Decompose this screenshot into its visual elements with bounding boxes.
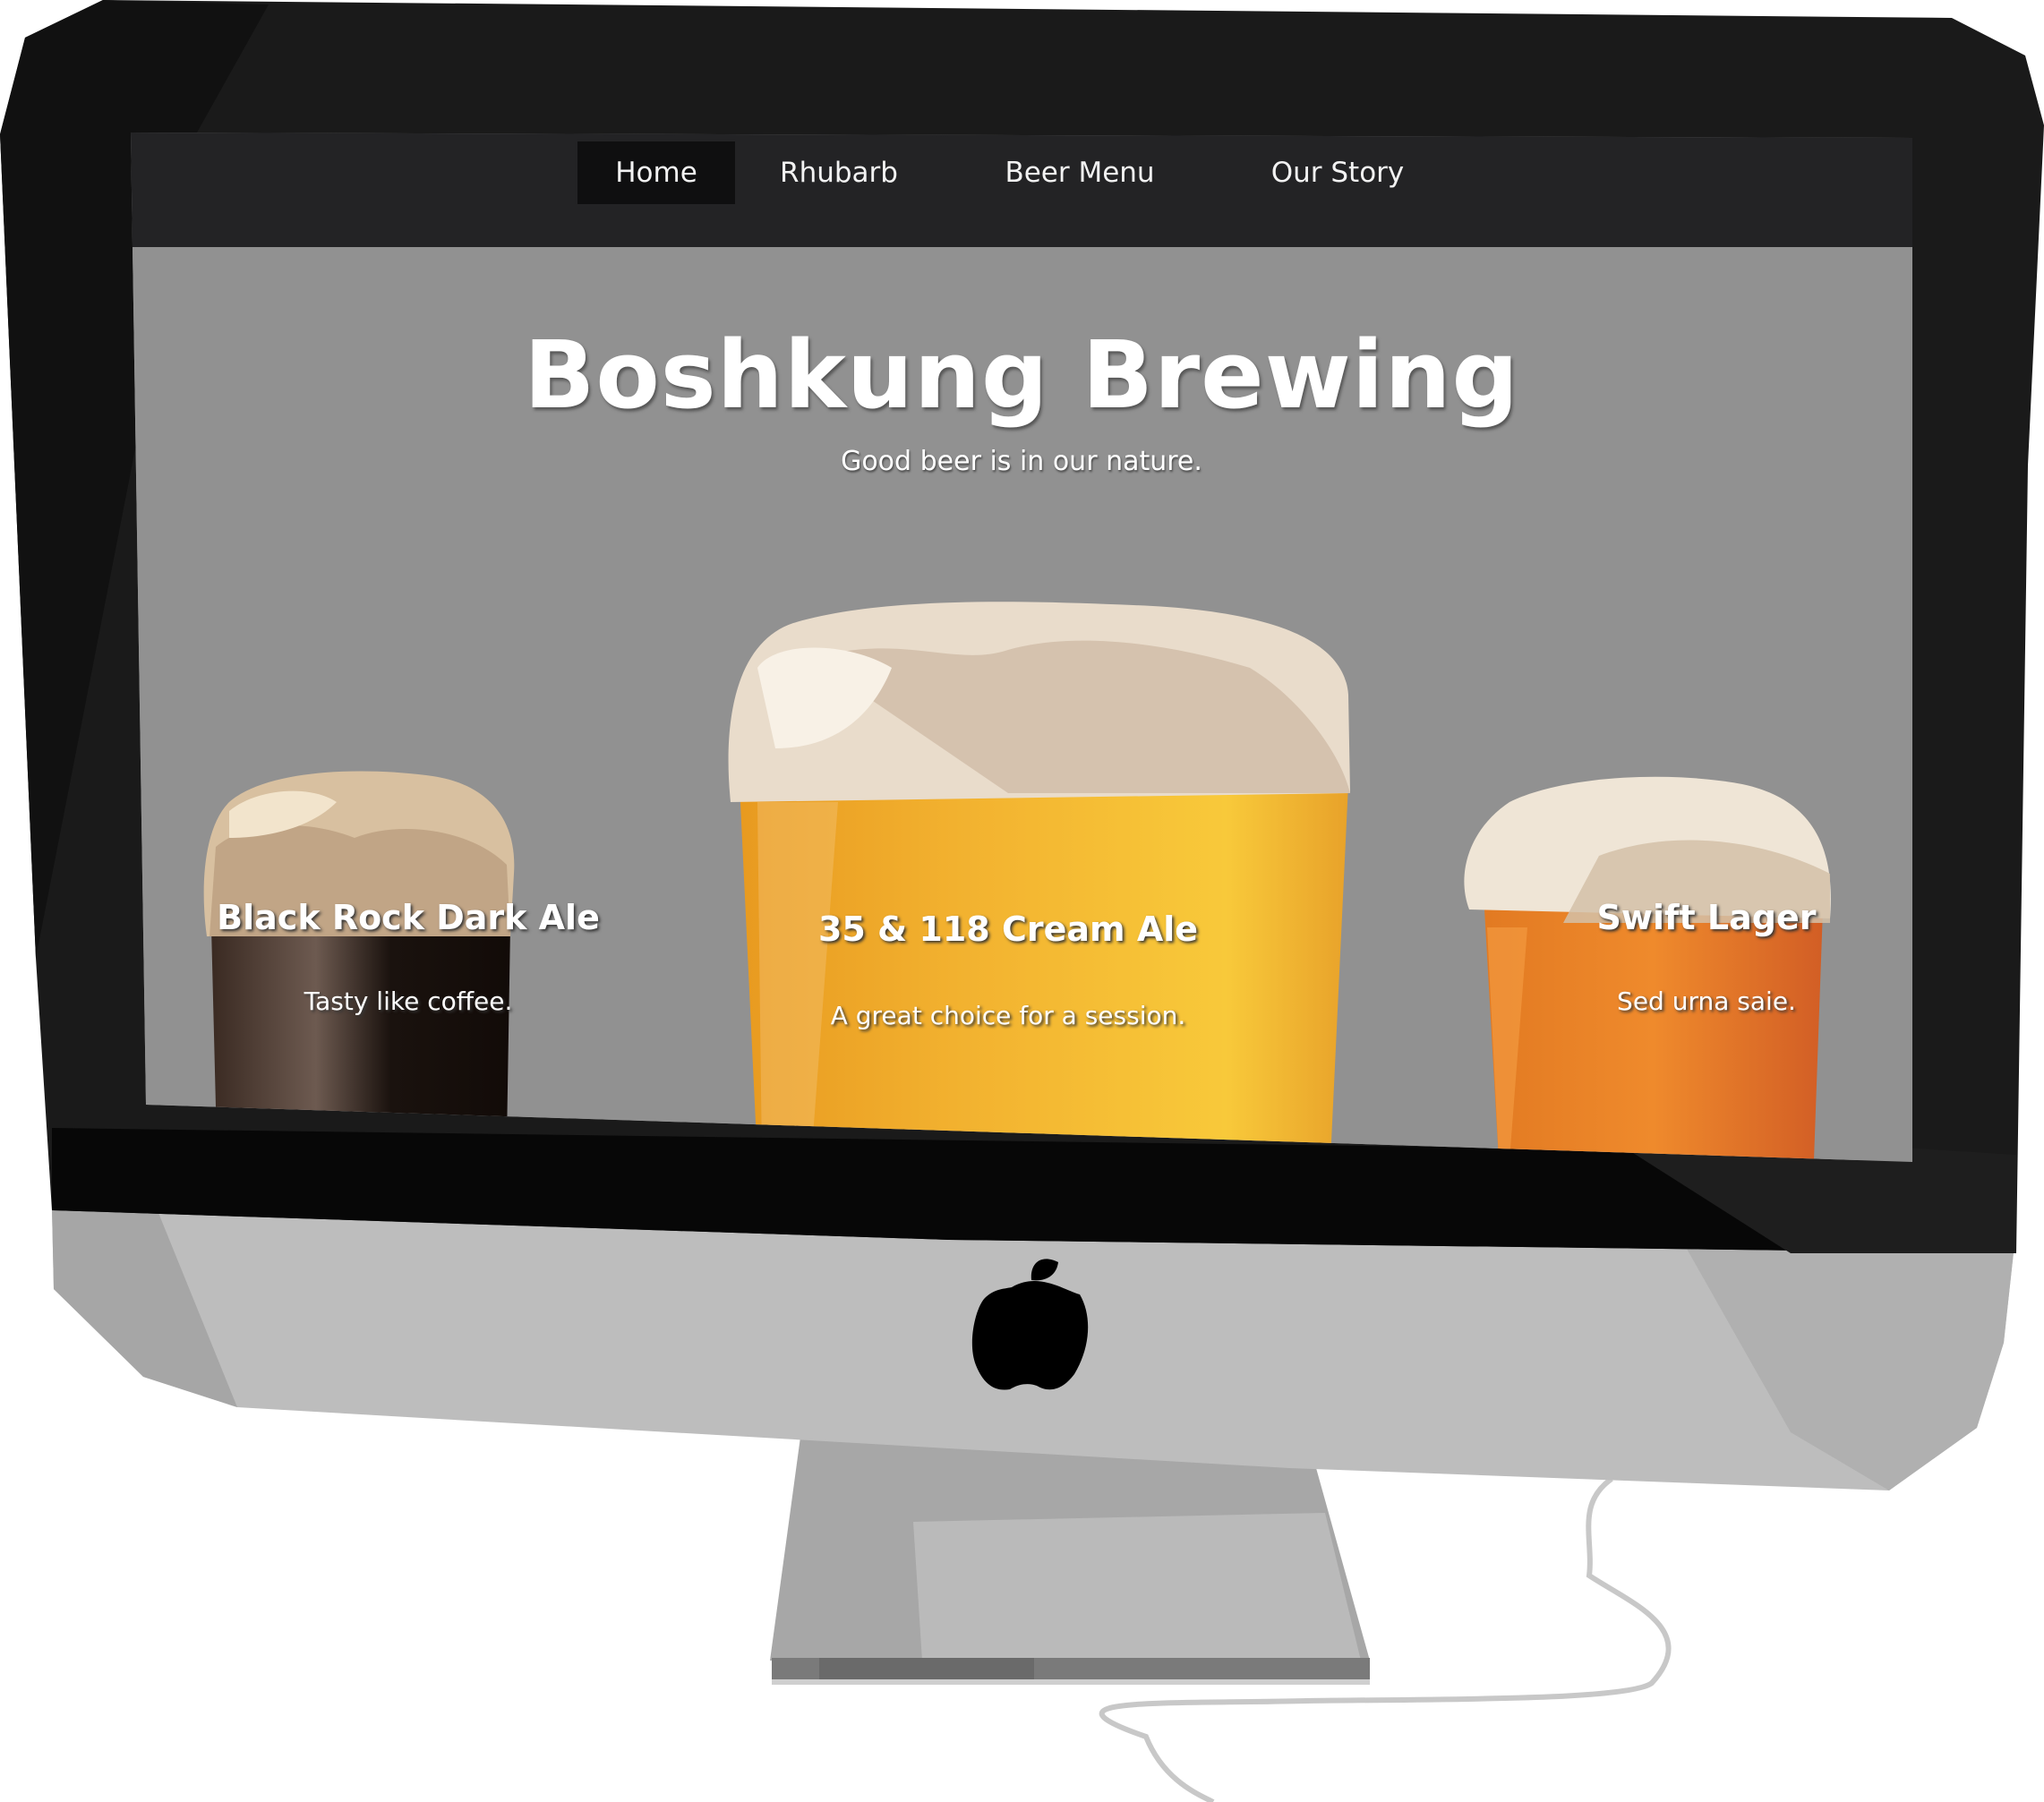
- nav-beer-menu[interactable]: Beer Menu: [943, 141, 1217, 204]
- beer-name-lager[interactable]: Swift Lager: [1501, 898, 1912, 937]
- site-title: Boshkung Brewing: [524, 320, 1519, 430]
- monitor-stand: [770, 1430, 1370, 1685]
- beer-name-dark-ale[interactable]: Black Rock Dark Ale: [202, 898, 614, 937]
- nav-rhubarb[interactable]: Rhubarb: [735, 141, 943, 204]
- lager-glass: [1464, 776, 1831, 1160]
- dark-ale-glass: [203, 771, 515, 1142]
- site-tagline: Good beer is in our nature.: [841, 446, 1202, 477]
- beer-name-cream-ale[interactable]: 35 & 118 Cream Ale: [722, 910, 1295, 949]
- beer-desc-cream-ale: A great choice for a session.: [830, 1001, 1186, 1030]
- beer-desc-dark-ale: Tasty like coffee.: [304, 986, 513, 1016]
- cream-ale-glass: [728, 602, 1350, 1160]
- site-nav-bar: Home Rhubarb Beer Menu Our Story: [131, 132, 1912, 247]
- website-viewport: Home Rhubarb Beer Menu Our Story Boshkun…: [131, 132, 1912, 1160]
- nav-our-story[interactable]: Our Story: [1217, 141, 1458, 204]
- nav-home[interactable]: Home: [577, 141, 735, 204]
- beer-desc-lager: Sed urna saie.: [1617, 986, 1796, 1016]
- hero-section: Boshkung Brewing Good beer is in our nat…: [131, 247, 1912, 1160]
